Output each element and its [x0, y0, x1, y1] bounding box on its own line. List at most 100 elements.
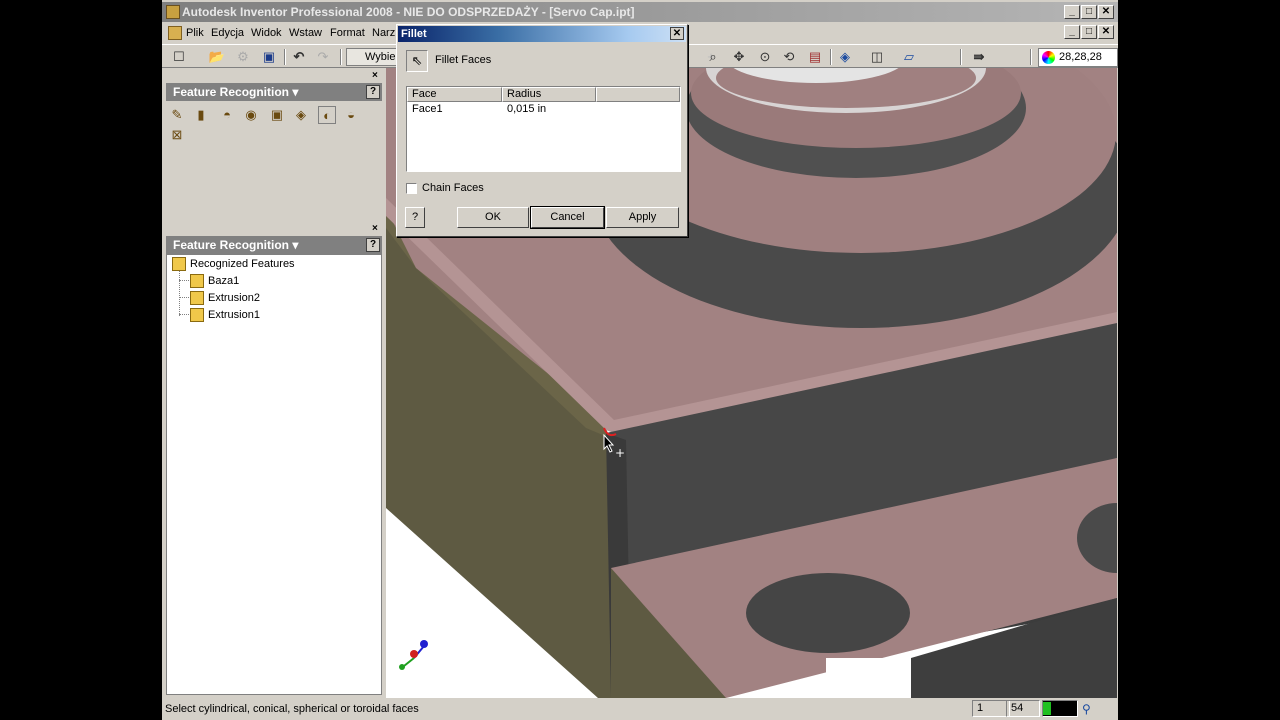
minimize-button[interactable]: _ [1064, 5, 1080, 19]
save-icon[interactable]: ▣ [260, 48, 278, 66]
base-feature-icon [190, 274, 204, 288]
inventor-app-icon [166, 5, 180, 19]
menu-format[interactable]: Format [330, 23, 365, 43]
redo-icon[interactable]: ↷ [314, 48, 332, 66]
grid-header-empty [596, 87, 680, 102]
tree-item-baza1[interactable]: Baza1 [190, 274, 239, 288]
fillet-dialog-title-bar[interactable]: Fillet ✕ [398, 26, 686, 42]
tree-item-extrusion1[interactable]: Extrusion1 [190, 308, 260, 322]
doc-restore-button[interactable]: □ [1081, 25, 1097, 39]
status-activity-icon: ⚲ [1082, 702, 1091, 716]
color-dropdown[interactable]: 28,28,28 [1038, 48, 1118, 67]
color-value: 28,28,28 [1059, 51, 1102, 63]
section-icon[interactable]: ▱ [900, 48, 918, 66]
maximize-button[interactable]: □ [1081, 5, 1097, 19]
document-icon [168, 26, 182, 40]
tree-item-label: Baza1 [208, 275, 240, 287]
menu-narzedzia[interactable]: Narz [372, 23, 395, 43]
cancel-button[interactable]: Cancel [530, 206, 605, 229]
grid-cell-face[interactable]: Face1 [407, 103, 443, 116]
chamfer-icon[interactable]: ◒ [342, 106, 360, 124]
camera-icon[interactable]: ◫ [868, 48, 886, 66]
tree-root[interactable]: Recognized Features [172, 257, 295, 271]
folder-icon [172, 257, 186, 271]
window-title-bar: Autodesk Inventor Professional 2008 - NI… [162, 2, 1118, 22]
y-axis-tip [399, 664, 405, 670]
menu-widok[interactable]: Widok [251, 23, 282, 43]
fillet-grid: Face Radius Face1 0,015 in [406, 86, 681, 172]
sweep-icon[interactable]: ◈ [292, 106, 310, 124]
panel2-help-icon[interactable]: ? [366, 238, 380, 252]
feature-recognition-browser-header[interactable]: Feature Recognition ▾ ? [166, 236, 382, 254]
grid-header-face[interactable]: Face [407, 87, 502, 102]
delete-face-icon[interactable]: ⊠ [168, 126, 186, 144]
open-icon[interactable]: 📂 [208, 48, 226, 66]
chain-faces-label: Chain Faces [422, 182, 484, 194]
window-title: Autodesk Inventor Professional 2008 - NI… [182, 5, 635, 19]
status-prompt: Select cylindrical, conical, spherical o… [165, 703, 419, 715]
tree-item-label: Extrusion1 [208, 309, 260, 321]
panel1-close-icon[interactable]: × [372, 71, 382, 81]
undo-icon[interactable]: ↶ [290, 48, 308, 66]
panel2-title: Feature Recognition [173, 238, 290, 252]
shell-icon[interactable]: ▣ [268, 106, 286, 124]
ledge-hole [746, 573, 910, 653]
return-icon[interactable]: ⇛ [970, 48, 988, 66]
extrusion-icon[interactable]: ▮ [192, 106, 210, 124]
revolve-icon[interactable]: ◓ [218, 106, 236, 124]
zoom-select-icon[interactable]: ⊙ [756, 48, 774, 66]
dialog-help-button[interactable]: ? [405, 207, 425, 228]
menu-plik[interactable]: Plik [186, 23, 204, 43]
status-field-count: 1 [972, 700, 1010, 717]
menu-wstaw[interactable]: Wstaw [289, 23, 322, 43]
tree-root-label: Recognized Features [190, 258, 295, 270]
select-arrow-icon[interactable]: ⇖ [406, 50, 428, 72]
mode-label: Fillet Faces [435, 54, 492, 66]
toolbar-separator [1030, 49, 1032, 65]
select-tool-button[interactable]: Wybie [346, 48, 398, 66]
tree-item-label: Extrusion2 [208, 292, 260, 304]
tree-line [179, 280, 189, 281]
grid-header-radius[interactable]: Radius [502, 87, 596, 102]
status-green-indicator [1043, 702, 1051, 715]
doc-minimize-button[interactable]: _ [1064, 25, 1080, 39]
rotate-icon[interactable]: ⟲ [780, 48, 798, 66]
panel1-help-icon[interactable]: ? [366, 85, 380, 99]
tree-line [179, 297, 189, 298]
tree-line [179, 271, 180, 316]
project-icon[interactable]: ⚙ [234, 48, 252, 66]
panel1-title: Feature Recognition [173, 85, 290, 99]
fillet-dialog: Fillet ✕ ⇖ Fillet Faces Face Radius Face… [396, 24, 688, 237]
extrusion-feature-icon [190, 308, 204, 322]
ok-button[interactable]: OK [457, 207, 529, 228]
close-button[interactable]: ✕ [1098, 5, 1114, 19]
extrusion-feature-icon [190, 291, 204, 305]
fillet-dialog-title: Fillet [401, 28, 427, 40]
y-axis [403, 657, 415, 667]
apply-button[interactable]: Apply [606, 207, 679, 228]
toolbar-separator [960, 49, 962, 65]
zoom-icon[interactable]: ⌕ [704, 48, 722, 66]
toolbar-separator [340, 49, 342, 65]
chain-faces-checkbox[interactable] [406, 183, 417, 194]
feature-recognize-icon[interactable]: ✎ [168, 106, 186, 124]
feature-recognition-toolbar-header[interactable]: Feature Recognition ▾ ? [166, 83, 382, 101]
cursor-plus: + [615, 446, 625, 460]
fillet-icon[interactable]: ◐ [318, 106, 336, 124]
dialog-close-icon[interactable]: ✕ [670, 27, 684, 40]
color-wheel-icon [1042, 51, 1055, 64]
new-icon[interactable]: ☐ [170, 48, 188, 66]
tree-line [179, 314, 189, 315]
status-bar: Select cylindrical, conical, spherical o… [162, 699, 1118, 719]
look-at-icon[interactable]: ▤ [806, 48, 824, 66]
pan-icon[interactable]: ✥ [730, 48, 748, 66]
panel2-close-icon[interactable]: × [372, 224, 382, 234]
grid-cell-radius[interactable]: 0,015 in [502, 103, 546, 116]
feature-browser-tree: Recognized Features Baza1 Extrusion2 Ext… [166, 254, 382, 695]
doc-close-button[interactable]: ✕ [1098, 25, 1114, 39]
display-mode-icon[interactable]: ◈ [836, 48, 854, 66]
menu-edycja[interactable]: Edycja [211, 23, 244, 43]
x-axis-tip [410, 650, 418, 658]
tree-item-extrusion2[interactable]: Extrusion2 [190, 291, 260, 305]
hole-icon[interactable]: ◉ [242, 106, 260, 124]
